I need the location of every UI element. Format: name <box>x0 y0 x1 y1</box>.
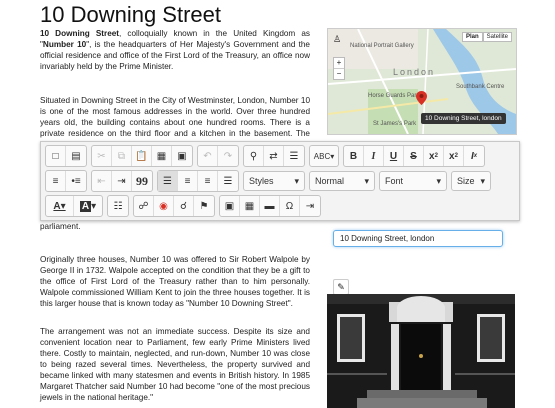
outdent-icon[interactable]: ⇤ <box>92 171 112 191</box>
undo-icon[interactable]: ↶ <box>198 146 218 166</box>
align-right-icon[interactable]: ≡ <box>198 171 218 191</box>
new-page-icon[interactable]: □ <box>46 146 66 166</box>
select-all-icon[interactable]: ☰ <box>284 146 304 166</box>
insert-group: ▣ ▦ ▬ Ω ⇥ <box>219 195 321 217</box>
blockquote-icon[interactable]: 99 <box>132 171 152 191</box>
copy-icon[interactable]: ⧉ <box>112 146 132 166</box>
spellcheck-group: ABC▾ <box>309 145 339 167</box>
pegman-icon[interactable]: ♙ <box>333 34 341 45</box>
toolbar-row-3: A▾ A ▾ ☷ ☍ ◉ ☌ ⚑ ▣ ▦ ▬ Ω ⇥ <box>45 195 325 217</box>
downing-street-photo <box>327 294 515 408</box>
text-color-icon[interactable]: A▾ <box>46 196 74 216</box>
map-satellite-button[interactable]: Satellite <box>482 32 512 42</box>
templates-icon[interactable]: ▤ <box>66 146 86 166</box>
size-dropdown[interactable]: Size ▾ <box>451 171 491 191</box>
align-center-icon[interactable]: ≡ <box>178 171 198 191</box>
page-title: 10 Downing Street <box>40 2 221 27</box>
page-group: ☷ <box>107 195 129 217</box>
font-dropdown[interactable]: Font ▾ <box>379 171 447 191</box>
map-label-gallery: National Portrait Gallery <box>350 43 414 49</box>
image-icon[interactable]: ▣ <box>220 196 240 216</box>
paste-text-icon[interactable]: ▦ <box>152 146 172 166</box>
paragraph-arrangement: The arrangement was not an immediate suc… <box>40 327 310 402</box>
styles-label: Styles <box>249 176 274 186</box>
list-group: ≡ •≡ <box>45 170 87 192</box>
link-group: ☍ ◉ ☌ ⚑ <box>133 195 215 217</box>
strikethrough-icon[interactable]: S <box>404 146 424 166</box>
link-icon[interactable]: ☍ <box>134 196 154 216</box>
unlink-icon[interactable]: ☌ <box>174 196 194 216</box>
subscript-icon[interactable]: x2 <box>424 146 444 166</box>
map-label-london: London <box>393 67 436 77</box>
map-plan-button[interactable]: Plan <box>461 32 483 42</box>
align-group: ☰ ≡ ≡ ☰ <box>157 170 239 192</box>
edit-pencil-icon[interactable]: ✎ <box>333 279 349 295</box>
toolbar-row-2: ≡ •≡ ⇤ ⇥ 99 ☰ ≡ ≡ ☰ Styles ▾ Normal ▾ Font… <box>45 170 495 192</box>
special-char-icon[interactable]: Ω <box>280 196 300 216</box>
color-group: A▾ A ▾ <box>45 195 103 217</box>
undo-group: ↶ ↷ <box>197 145 239 167</box>
cut-icon[interactable]: ✂ <box>92 146 112 166</box>
chevron-down-icon: ▾ <box>364 175 369 186</box>
map-location-callout: 10 Downing Street, london <box>421 113 506 124</box>
numbered-list-icon[interactable]: ≡ <box>46 171 66 191</box>
chevron-down-icon: ▾ <box>436 175 441 186</box>
align-left-icon[interactable]: ☰ <box>158 171 178 191</box>
map-pin-icon[interactable] <box>416 91 427 105</box>
styles-dropdown[interactable]: Styles ▾ <box>243 171 305 191</box>
background-color-icon[interactable]: A ▾ <box>74 196 102 216</box>
paragraph-location-tail: parliament. <box>40 222 81 231</box>
find-group: ⚲ ⇄ ☰ <box>243 145 305 167</box>
map-widget[interactable]: Plan Satellite ♙ National Portrait Galle… <box>327 28 517 135</box>
show-blocks-icon[interactable]: ☷ <box>108 196 128 216</box>
format-label: Normal <box>315 176 345 186</box>
underline-icon[interactable]: U <box>384 146 404 166</box>
map-label-stjames: St James's Park <box>373 121 417 127</box>
superscript-icon[interactable]: x2 <box>444 146 464 166</box>
map-zoom-control: + − <box>333 57 345 80</box>
table-icon[interactable]: ▦ <box>240 196 260 216</box>
clipboard-group: ✂ ⧉ 📋 ▦ ▣ <box>91 145 193 167</box>
chevron-down-icon: ▾ <box>294 175 299 186</box>
zoom-in-button[interactable]: + <box>334 58 344 68</box>
intro-bold-number10: Number 10 <box>42 40 87 49</box>
intro-bold-name: 10 Downing Street <box>40 29 120 38</box>
rich-text-toolbar: □ ▤ ✂ ⧉ 📋 ▦ ▣ ↶ ↷ ⚲ ⇄ ☰ ABC▾ B I U S x2 … <box>40 141 520 221</box>
find-icon[interactable]: ⚲ <box>244 146 264 166</box>
justify-icon[interactable]: ☰ <box>218 171 238 191</box>
map-plugin-icon[interactable]: ◉ <box>154 196 174 216</box>
chevron-down-icon: ▾ <box>480 175 485 186</box>
door-image <box>327 294 515 408</box>
format-dropdown[interactable]: Normal ▾ <box>309 171 375 191</box>
paste-icon[interactable]: 📋 <box>132 146 152 166</box>
remove-format-icon[interactable]: Ix <box>464 146 484 166</box>
bulleted-list-icon[interactable]: •≡ <box>66 171 86 191</box>
italic-icon[interactable]: I <box>364 146 384 166</box>
paragraph-history: Originally three houses, Number 10 was o… <box>40 255 310 308</box>
redo-icon[interactable]: ↷ <box>218 146 238 166</box>
horizontal-rule-icon[interactable]: ▬ <box>260 196 280 216</box>
toolbar-row-1: □ ▤ ✂ ⧉ 📋 ▦ ▣ ↶ ↷ ⚲ ⇄ ☰ ABC▾ B I U S x2 … <box>45 145 489 167</box>
map-type-control: Plan Satellite <box>461 32 512 42</box>
paste-word-icon[interactable]: ▣ <box>172 146 192 166</box>
anchor-icon[interactable]: ⚑ <box>194 196 214 216</box>
intro-paragraph: 10 Downing Street, colloquially known in… <box>40 28 310 72</box>
font-label: Font <box>385 176 404 186</box>
map-label-southbank: Southbank Centre <box>456 84 505 90</box>
indent-icon[interactable]: ⇥ <box>112 171 132 191</box>
size-label: Size <box>457 176 475 186</box>
indent-group: ⇤ ⇥ 99 <box>91 170 153 192</box>
map-address-input[interactable] <box>333 230 503 247</box>
document-group: □ ▤ <box>45 145 87 167</box>
zoom-out-button[interactable]: − <box>334 68 344 79</box>
replace-icon[interactable]: ⇄ <box>264 146 284 166</box>
page-break-icon[interactable]: ⇥ <box>300 196 320 216</box>
basic-styles-group: B I U S x2 x2 Ix <box>343 145 485 167</box>
spellcheck-icon[interactable]: ABC▾ <box>310 146 338 166</box>
bold-icon[interactable]: B <box>344 146 364 166</box>
